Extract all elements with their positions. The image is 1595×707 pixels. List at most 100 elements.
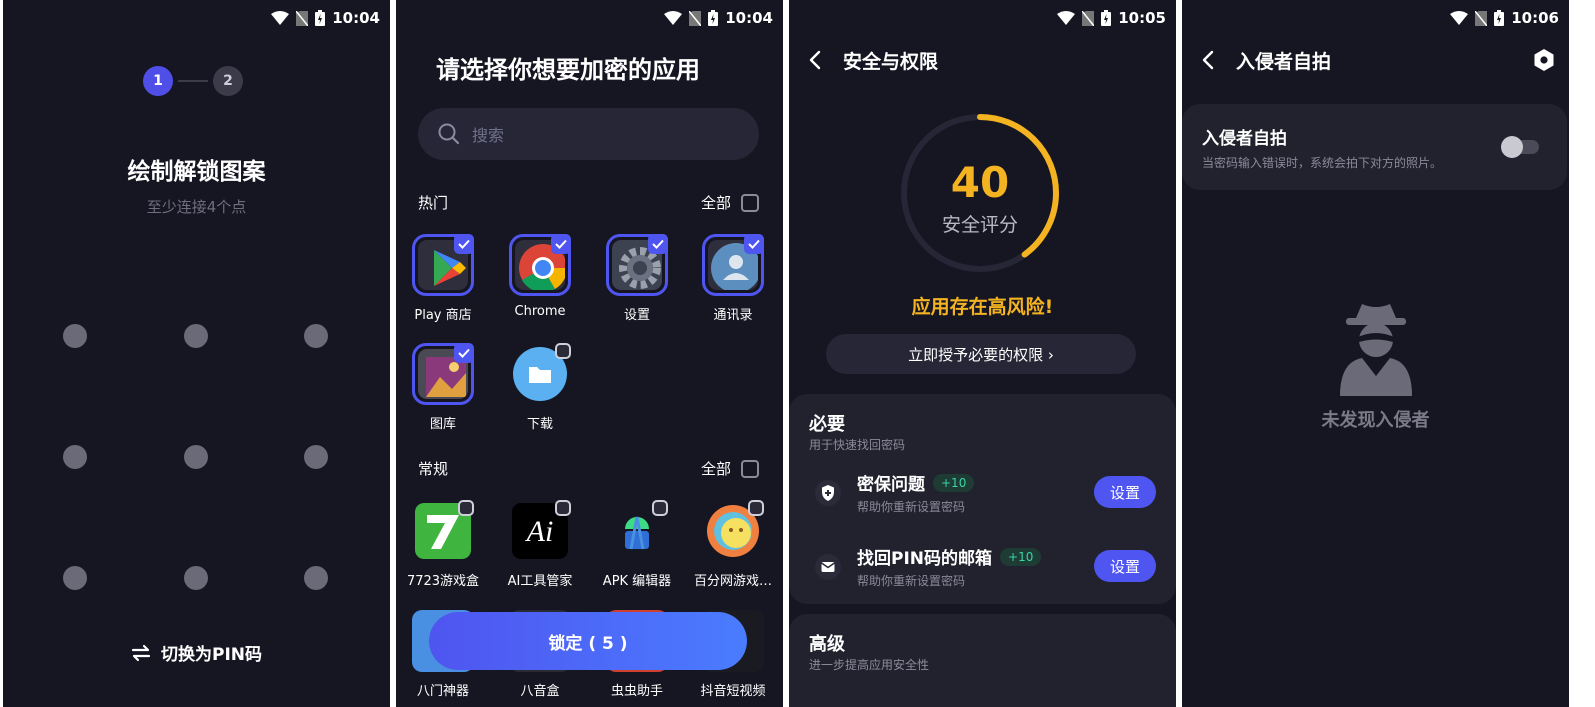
switch-to-pin-button[interactable]: 切换为PIN码 — [3, 640, 390, 665]
battery-icon — [1494, 10, 1505, 26]
app-tile[interactable]: APK 编辑器 — [591, 500, 683, 589]
step-indicator: 1 2 — [143, 66, 243, 96]
status-time: 10:06 — [1511, 9, 1559, 27]
item-desc: 帮助你重新设置密码 — [857, 574, 966, 588]
wifi-icon — [1057, 11, 1076, 25]
empty-state: 未发现入侵者 — [1182, 296, 1569, 432]
pattern-dot[interactable] — [63, 324, 87, 348]
page-title: 绘制解锁图案 — [127, 159, 266, 185]
app-label: 7723游戏盒 — [406, 574, 480, 589]
section-label: 热门 — [418, 194, 449, 212]
page-subtitle: 至少连接4个点 — [146, 198, 247, 216]
section-header-popular: 热门 全部 — [418, 192, 759, 213]
select-all-checkbox[interactable] — [741, 459, 759, 478]
mail-icon — [815, 554, 841, 580]
page-title: 安全与权限 — [843, 50, 939, 73]
battery-icon — [708, 10, 719, 26]
app-tile[interactable]: 设置 — [591, 234, 683, 323]
item-name: 找回PIN码的邮箱 — [857, 549, 993, 569]
back-arrow-icon[interactable] — [809, 50, 821, 70]
app-tile[interactable]: 下载 — [494, 343, 586, 432]
checked-icon — [454, 234, 474, 254]
app-tile[interactable]: 7723游戏盒 — [397, 500, 489, 589]
security-score-label: 安全评分 — [941, 214, 1018, 236]
pattern-setup-screen: 10:04 1 2 绘制解锁图案 至少连接4个点 切换为PIN码 — [3, 0, 390, 707]
required-settings-card: 必要 用于快速找回密码 密保问题 +10 帮助你重新设置密码 设置 找回PIN码的… — [789, 394, 1176, 604]
app-label: 八门神器 — [416, 684, 469, 699]
security-score-value: 40 — [950, 158, 1010, 207]
app-tile[interactable]: Chrome — [494, 234, 586, 319]
spy-incognito-icon — [1339, 304, 1412, 396]
page-title: 入侵者自拍 — [1236, 50, 1332, 73]
card-title: 入侵者自拍 — [1202, 129, 1287, 149]
status-bar: 10:04 — [664, 8, 773, 28]
card-desc: 当密码输入错误时，系统会拍下对方的照片。 — [1202, 156, 1443, 170]
security-permissions-screen: 10:05 安全与权限 40 安全评分 应用存在高风险! 立即授予必要的权限 ›… — [789, 0, 1176, 707]
app-tile[interactable]: Ai AI工具管家 — [494, 500, 586, 589]
no-sim-icon — [689, 10, 702, 26]
empty-state-text: 未发现入侵者 — [1321, 410, 1430, 431]
card-title: 高级 — [809, 634, 845, 655]
settings-hexagon-icon[interactable] — [1533, 48, 1555, 72]
pattern-dot[interactable] — [304, 445, 328, 469]
unchecked-icon — [652, 500, 668, 516]
step-2: 2 — [213, 66, 243, 96]
back-arrow-icon[interactable] — [1202, 50, 1214, 70]
risk-warning-text: 应用存在高风险! — [911, 296, 1054, 318]
advanced-settings-card: 高级 进一步提高应用安全性 — [789, 614, 1176, 707]
setup-recovery-email-button[interactable]: 设置 — [1094, 550, 1156, 582]
no-sim-icon — [296, 10, 309, 26]
pattern-dot[interactable] — [63, 445, 87, 469]
lock-button[interactable]: 锁定 ( 5 ) — [429, 612, 747, 670]
pattern-dot[interactable] — [63, 566, 87, 590]
app-label: APK 编辑器 — [602, 574, 672, 589]
item-desc: 帮助你重新设置密码 — [857, 500, 966, 514]
grant-permissions-button[interactable]: 立即授予必要的权限 › — [826, 334, 1136, 374]
app-label: 百分网游戏… — [693, 574, 772, 589]
section-header-general: 常规 全部 — [418, 458, 759, 479]
points-badge: +10 — [933, 473, 975, 492]
app-label: 图库 — [429, 417, 456, 432]
intruder-selfie-screen: 10:06 入侵者自拍 入侵者自拍 当密码输入错误时，系统会拍下对方的照片。 未… — [1182, 0, 1569, 707]
wifi-icon — [271, 11, 290, 25]
intruder-selfie-toggle[interactable] — [1501, 136, 1539, 158]
app-label: 下载 — [526, 417, 553, 432]
wifi-icon — [664, 11, 683, 25]
app-label: Chrome — [514, 304, 566, 319]
app-tile[interactable]: 图库 — [397, 343, 489, 432]
pattern-dot[interactable] — [184, 566, 208, 590]
shield-icon — [815, 480, 841, 506]
unchecked-icon — [555, 343, 571, 359]
step-connector — [178, 80, 208, 82]
select-all-checkbox[interactable] — [741, 193, 759, 212]
pattern-dot[interactable] — [304, 566, 328, 590]
status-time: 10:04 — [332, 9, 380, 27]
select-all-general[interactable]: 全部 — [701, 458, 759, 479]
app-label: 抖音短视频 — [700, 684, 766, 699]
app-tile[interactable]: Play 商店 — [397, 234, 489, 323]
select-all-popular[interactable]: 全部 — [701, 192, 759, 213]
recovery-email-item: 找回PIN码的邮箱 +10 帮助你重新设置密码 设置 — [809, 542, 1156, 592]
wifi-icon — [1450, 11, 1469, 25]
top-bar: 安全与权限 — [789, 40, 1176, 80]
status-bar: 10:04 — [271, 8, 380, 28]
pattern-dot[interactable] — [184, 324, 208, 348]
top-bar: 入侵者自拍 — [1182, 40, 1569, 80]
setup-security-question-button[interactable]: 设置 — [1094, 476, 1156, 508]
search-input[interactable]: 搜索 — [418, 108, 759, 160]
pattern-dot[interactable] — [304, 324, 328, 348]
app-label: 设置 — [623, 308, 650, 323]
pattern-dot[interactable] — [184, 445, 208, 469]
search-icon — [438, 123, 460, 145]
app-tile[interactable]: 百分网游戏… — [687, 500, 779, 589]
security-question-item: 密保问题 +10 帮助你重新设置密码 设置 — [809, 468, 1156, 518]
app-label: 八音盒 — [520, 684, 560, 699]
select-all-label: 全部 — [700, 194, 731, 212]
unchecked-icon — [748, 500, 764, 516]
status-time: 10:04 — [725, 9, 773, 27]
app-tile[interactable]: 通讯录 — [687, 234, 779, 323]
card-title: 必要 — [809, 414, 845, 435]
step-1: 1 — [143, 66, 173, 96]
section-label: 常规 — [418, 460, 449, 478]
intruder-selfie-card: 入侵者自拍 当密码输入错误时，系统会拍下对方的照片。 — [1182, 104, 1567, 190]
